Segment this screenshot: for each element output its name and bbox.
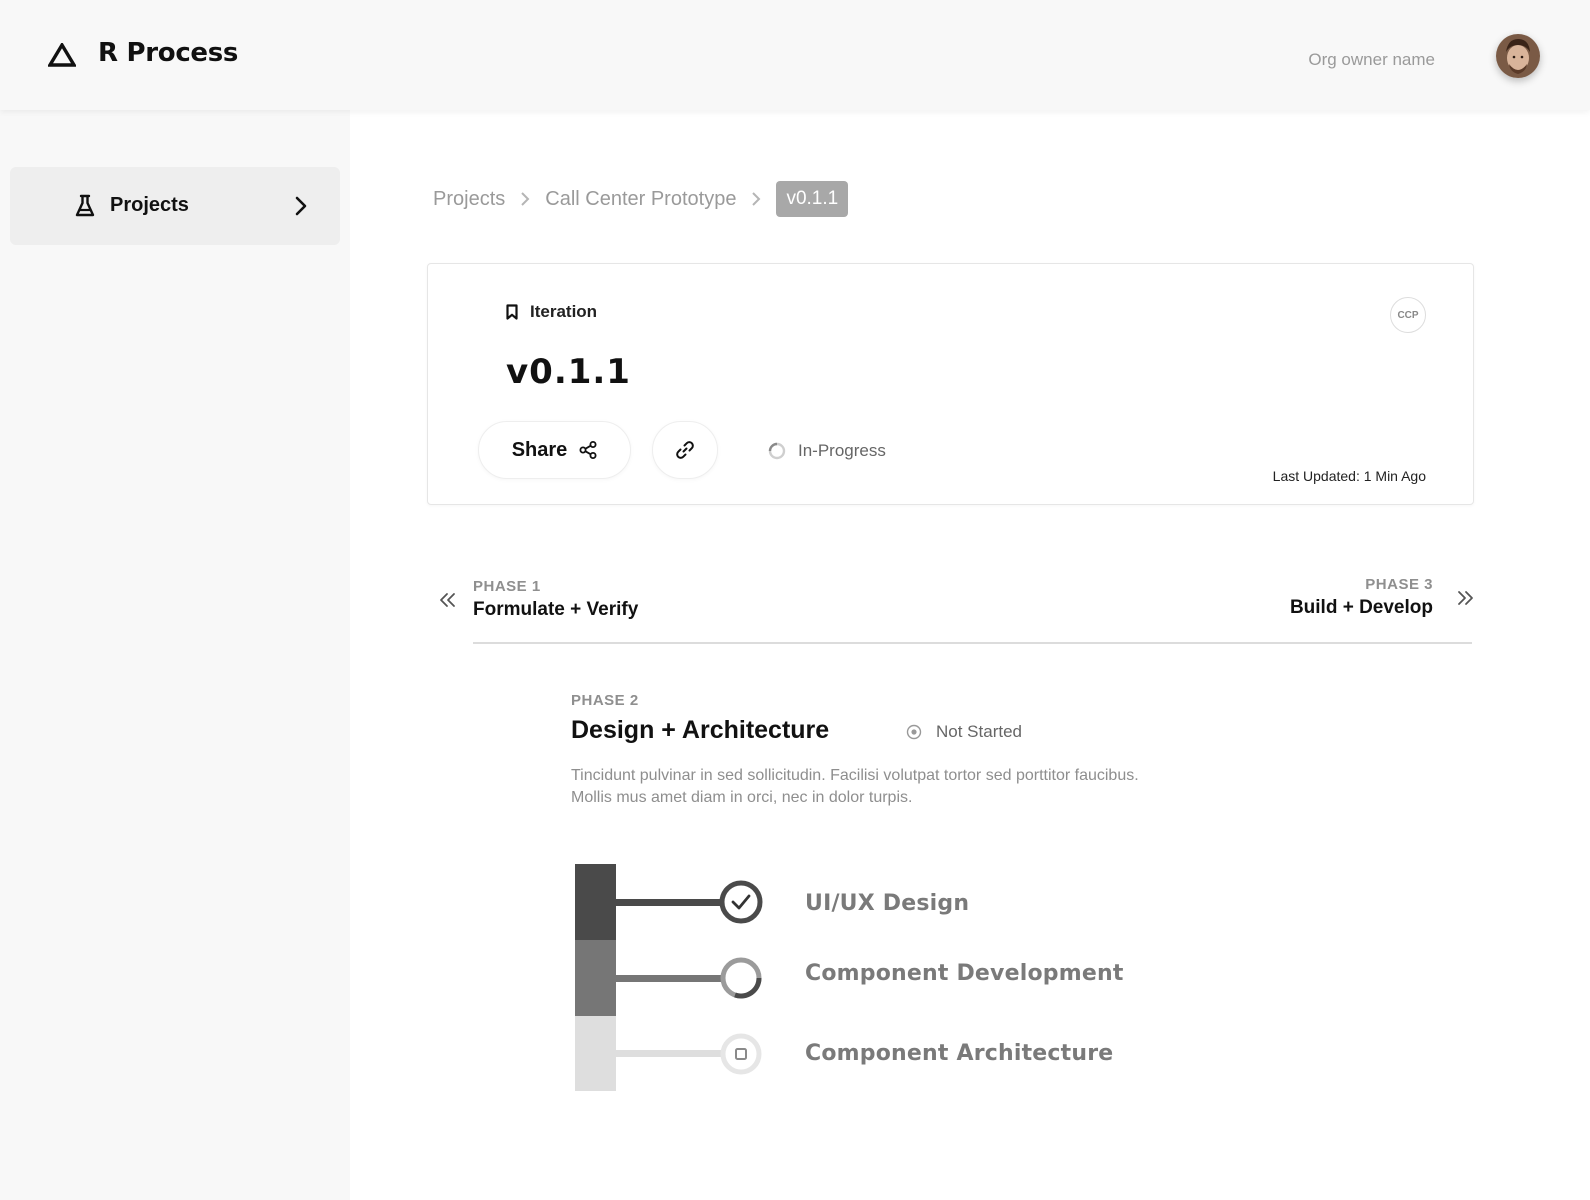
- step-segment-complete: [575, 864, 616, 940]
- bookmark-icon: [506, 304, 518, 320]
- spinner-icon: [768, 442, 786, 460]
- step-connector-not-started: [616, 1050, 722, 1057]
- current-phase-status: Not Started: [906, 722, 1022, 742]
- top-bar: R Process Org owner name: [0, 0, 1590, 110]
- last-updated: Last Updated: 1 Min Ago: [1272, 468, 1426, 484]
- breadcrumb-project[interactable]: Call Center Prototype: [545, 188, 736, 211]
- user-avatar[interactable]: [1496, 34, 1540, 78]
- sidebar-item-label: Projects: [110, 194, 189, 216]
- current-phase-description: Tincidunt pulvinar in sed sollicitudin. …: [571, 767, 1139, 806]
- previous-phase-name: Formulate + Verify: [473, 599, 639, 620]
- chevron-right-icon: [521, 192, 530, 206]
- iteration-card: Iteration v0.1.1 CCP Share In-Progress L…: [427, 263, 1474, 505]
- step-connector-complete: [616, 899, 722, 906]
- current-phase-status-text: Not Started: [936, 722, 1022, 741]
- step-label[interactable]: Component Development: [805, 961, 1124, 986]
- in-progress-circle-icon: [720, 957, 762, 999]
- double-chevron-right-icon[interactable]: [1456, 590, 1474, 606]
- radio-target-icon: [906, 724, 922, 740]
- project-badge: CCP: [1390, 297, 1426, 333]
- double-chevron-left-icon[interactable]: [439, 592, 457, 608]
- app-title[interactable]: R Process: [98, 38, 238, 68]
- stop-circle-icon: [720, 1033, 762, 1075]
- current-phase-name: Design + Architecture: [571, 716, 830, 744]
- phase-divider: [473, 642, 1472, 644]
- breadcrumb-projects[interactable]: Projects: [433, 188, 505, 211]
- step-label[interactable]: UI/UX Design: [805, 891, 969, 916]
- step-segment-not-started: [575, 1016, 616, 1091]
- iteration-status-text: In-Progress: [798, 441, 886, 460]
- iteration-status: In-Progress: [768, 441, 886, 461]
- org-owner-name[interactable]: Org owner name: [1308, 50, 1435, 70]
- step-label[interactable]: Component Architecture: [805, 1041, 1113, 1066]
- iteration-title: v0.1.1: [506, 352, 631, 392]
- triangle-logo-icon[interactable]: [48, 43, 76, 67]
- previous-phase-number: PHASE 1: [473, 578, 541, 595]
- share-icon: [579, 441, 597, 459]
- step-timeline: [575, 864, 763, 1091]
- copy-link-button[interactable]: [652, 421, 718, 479]
- sidebar-item-projects[interactable]: Projects: [10, 167, 340, 245]
- sidebar: Projects: [0, 110, 350, 1200]
- check-circle-icon: [719, 880, 763, 924]
- iteration-label: Iteration: [506, 302, 597, 322]
- step-segment-in-progress: [575, 940, 616, 1016]
- next-phase-name: Build + Develop: [1289, 597, 1433, 618]
- step-connector-in-progress: [616, 975, 722, 982]
- next-phase[interactable]: PHASE 3 Build + Develop: [1290, 576, 1433, 619]
- breadcrumb: Projects Call Center Prototype v0.1.1: [433, 181, 849, 217]
- chevron-right-icon: [295, 196, 307, 216]
- avatar-image: [1496, 34, 1540, 78]
- iteration-label-text: Iteration: [530, 302, 598, 321]
- next-phase-number: PHASE 3: [1365, 576, 1433, 593]
- link-icon: [676, 441, 694, 459]
- current-phase-number: PHASE 2: [571, 692, 639, 709]
- share-button-label: Share: [511, 438, 568, 461]
- chevron-right-icon: [752, 192, 761, 206]
- flask-icon: [75, 194, 95, 217]
- previous-phase[interactable]: PHASE 1 Formulate + Verify: [473, 578, 638, 621]
- breadcrumb-current-version: v0.1.1: [776, 181, 849, 217]
- share-button[interactable]: Share: [478, 421, 631, 479]
